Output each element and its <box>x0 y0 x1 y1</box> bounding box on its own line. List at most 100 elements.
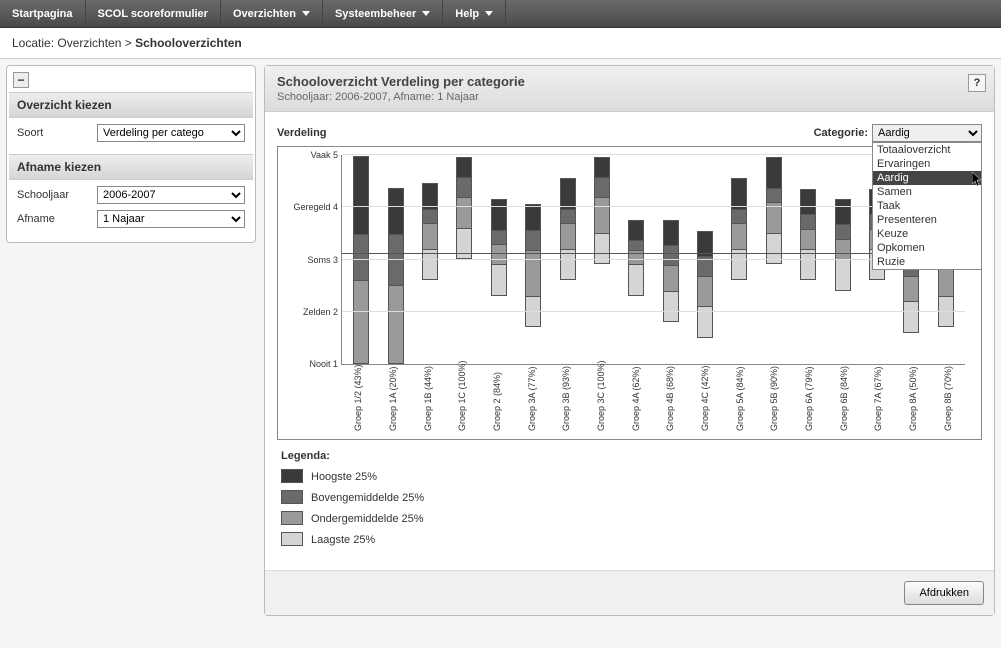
x-tick-label: Groep 3A (77%) <box>514 365 549 435</box>
dropdown-option[interactable]: Taak <box>873 199 981 213</box>
bar-column <box>791 155 825 364</box>
categorie-label: Categorie: <box>814 127 868 139</box>
legend-swatch <box>281 511 303 525</box>
bar-segment-q1 <box>903 301 919 333</box>
nav-item-startpagina[interactable]: Startpagina <box>0 0 86 27</box>
footer: Afdrukken <box>265 570 994 615</box>
x-tick-label: Groep 6A (79%) <box>792 365 827 435</box>
x-tick-label: Groep 5B (90%) <box>757 365 792 435</box>
y-tick-label: Geregeld 4 <box>293 202 342 212</box>
bar-segment-q3 <box>491 230 507 246</box>
y-tick-label: Vaak 5 <box>311 150 342 160</box>
bar-segment-q4 <box>491 199 507 231</box>
bar <box>388 189 404 365</box>
bar <box>766 158 782 264</box>
bar <box>800 190 816 281</box>
bar-segment-q1 <box>594 233 610 265</box>
bar-column <box>378 155 412 364</box>
bar-segment-q4 <box>353 156 369 235</box>
main-panel: Schooloverzicht Verdeling per categorie … <box>264 65 995 616</box>
dropdown-option[interactable]: Keuze <box>873 227 981 241</box>
bar-segment-q3 <box>835 224 851 240</box>
dropdown-option[interactable]: Samen <box>873 185 981 199</box>
bar-segment-q4 <box>560 178 576 210</box>
bar-column <box>825 155 859 364</box>
dropdown-option[interactable]: Opkomen <box>873 241 981 255</box>
nav-item-systeembeheer[interactable]: Systeembeheer <box>323 0 443 27</box>
bar-segment-q3 <box>594 177 610 198</box>
bar <box>525 205 541 327</box>
legend-title: Legenda: <box>281 450 978 462</box>
chevron-down-icon <box>302 11 310 16</box>
bar-segment-q4 <box>800 189 816 215</box>
bar-column <box>344 155 378 364</box>
legend-label: Hoogste 25% <box>311 471 377 483</box>
bar-segment-q2 <box>560 223 576 249</box>
breadcrumb: Locatie: Overzichten > Schooloverzichten <box>0 28 1001 59</box>
bar-segment-q2 <box>835 239 851 260</box>
x-tick-label: Groep 1C (100%) <box>445 365 480 435</box>
bar-segment-q2 <box>903 276 919 302</box>
dropdown-option[interactable]: Ervaringen <box>873 157 981 171</box>
legend-item: Hoogste 25% <box>281 470 978 483</box>
dropdown-option[interactable]: Presenteren <box>873 213 981 227</box>
sidebar: − Overzicht kiezen Soort Verdeling per c… <box>6 65 256 243</box>
schooljaar-label: Schooljaar <box>17 189 97 201</box>
bar-segment-q4 <box>628 220 644 241</box>
dropdown-option[interactable]: Aardig <box>873 171 981 185</box>
bar-segment-q2 <box>456 197 472 229</box>
bar-segment-q2 <box>525 250 541 297</box>
chevron-down-icon <box>422 11 430 16</box>
bar <box>422 184 438 280</box>
bar-segment-q4 <box>525 204 541 230</box>
page-subtitle: Schooljaar: 2006-2007, Afname: 1 Najaar <box>277 91 982 103</box>
legend-item: Laagste 25% <box>281 533 978 546</box>
bar-column <box>550 155 584 364</box>
help-button[interactable]: ? <box>968 74 986 92</box>
x-tick-label: Groep 1/2 (43%) <box>341 365 376 435</box>
dropdown-option[interactable]: Totaaloverzicht <box>873 143 981 157</box>
x-tick-label: Groep 3C (100%) <box>584 365 619 435</box>
bar-segment-q3 <box>560 209 576 225</box>
legend-label: Ondergemiddelde 25% <box>311 513 424 525</box>
legend-swatch <box>281 532 303 546</box>
bar-segment-q1 <box>766 233 782 265</box>
x-tick-label: Groep 1B (44%) <box>410 365 445 435</box>
x-tick-label: Groep 7A (67%) <box>861 365 896 435</box>
bar-column <box>619 155 653 364</box>
x-tick-label: Groep 8B (70%) <box>930 365 965 435</box>
x-tick-label: Groep 8A (50%) <box>896 365 931 435</box>
dropdown-option[interactable]: Ruzie <box>873 255 981 269</box>
schooljaar-select[interactable]: 2006-2007 <box>97 186 245 204</box>
categorie-select[interactable]: Aardig <box>872 124 982 142</box>
nav-item-help[interactable]: Help <box>443 0 506 27</box>
bar-segment-q4 <box>663 220 679 246</box>
bar-segment-q3 <box>731 209 747 225</box>
bar-column <box>447 155 481 364</box>
bar <box>491 200 507 296</box>
print-button[interactable]: Afdrukken <box>904 581 984 605</box>
soort-select[interactable]: Verdeling per catego <box>97 124 245 142</box>
bar-segment-q2 <box>800 229 816 250</box>
bar-segment-q3 <box>456 177 472 198</box>
collapse-button[interactable]: − <box>13 72 29 88</box>
x-tick-label: Groep 3B (93%) <box>549 365 584 435</box>
x-tick-label: Groep 4A (62%) <box>618 365 653 435</box>
gridline <box>342 311 965 312</box>
bar <box>835 200 851 291</box>
bar-segment-q2 <box>422 223 438 249</box>
y-tick-label: Zelden 2 <box>303 307 342 317</box>
bar-segment-q3 <box>800 214 816 230</box>
bar-segment-q4 <box>388 188 404 235</box>
bar-segment-q2 <box>697 276 713 308</box>
bar-segment-q2 <box>594 197 610 234</box>
nav-item-overzichten[interactable]: Overzichten <box>221 0 323 27</box>
breadcrumb-prefix: Locatie: Overzichten > <box>12 36 135 50</box>
bar-column <box>482 155 516 364</box>
nav-item-scol-scoreformulier[interactable]: SCOL scoreformulier <box>86 0 221 27</box>
afname-select[interactable]: 1 Najaar <box>97 210 245 228</box>
x-tick-label: Groep 4B (68%) <box>653 365 688 435</box>
legend-item: Bovengemiddelde 25% <box>281 491 978 504</box>
bar-column <box>585 155 619 364</box>
bar-column <box>654 155 688 364</box>
